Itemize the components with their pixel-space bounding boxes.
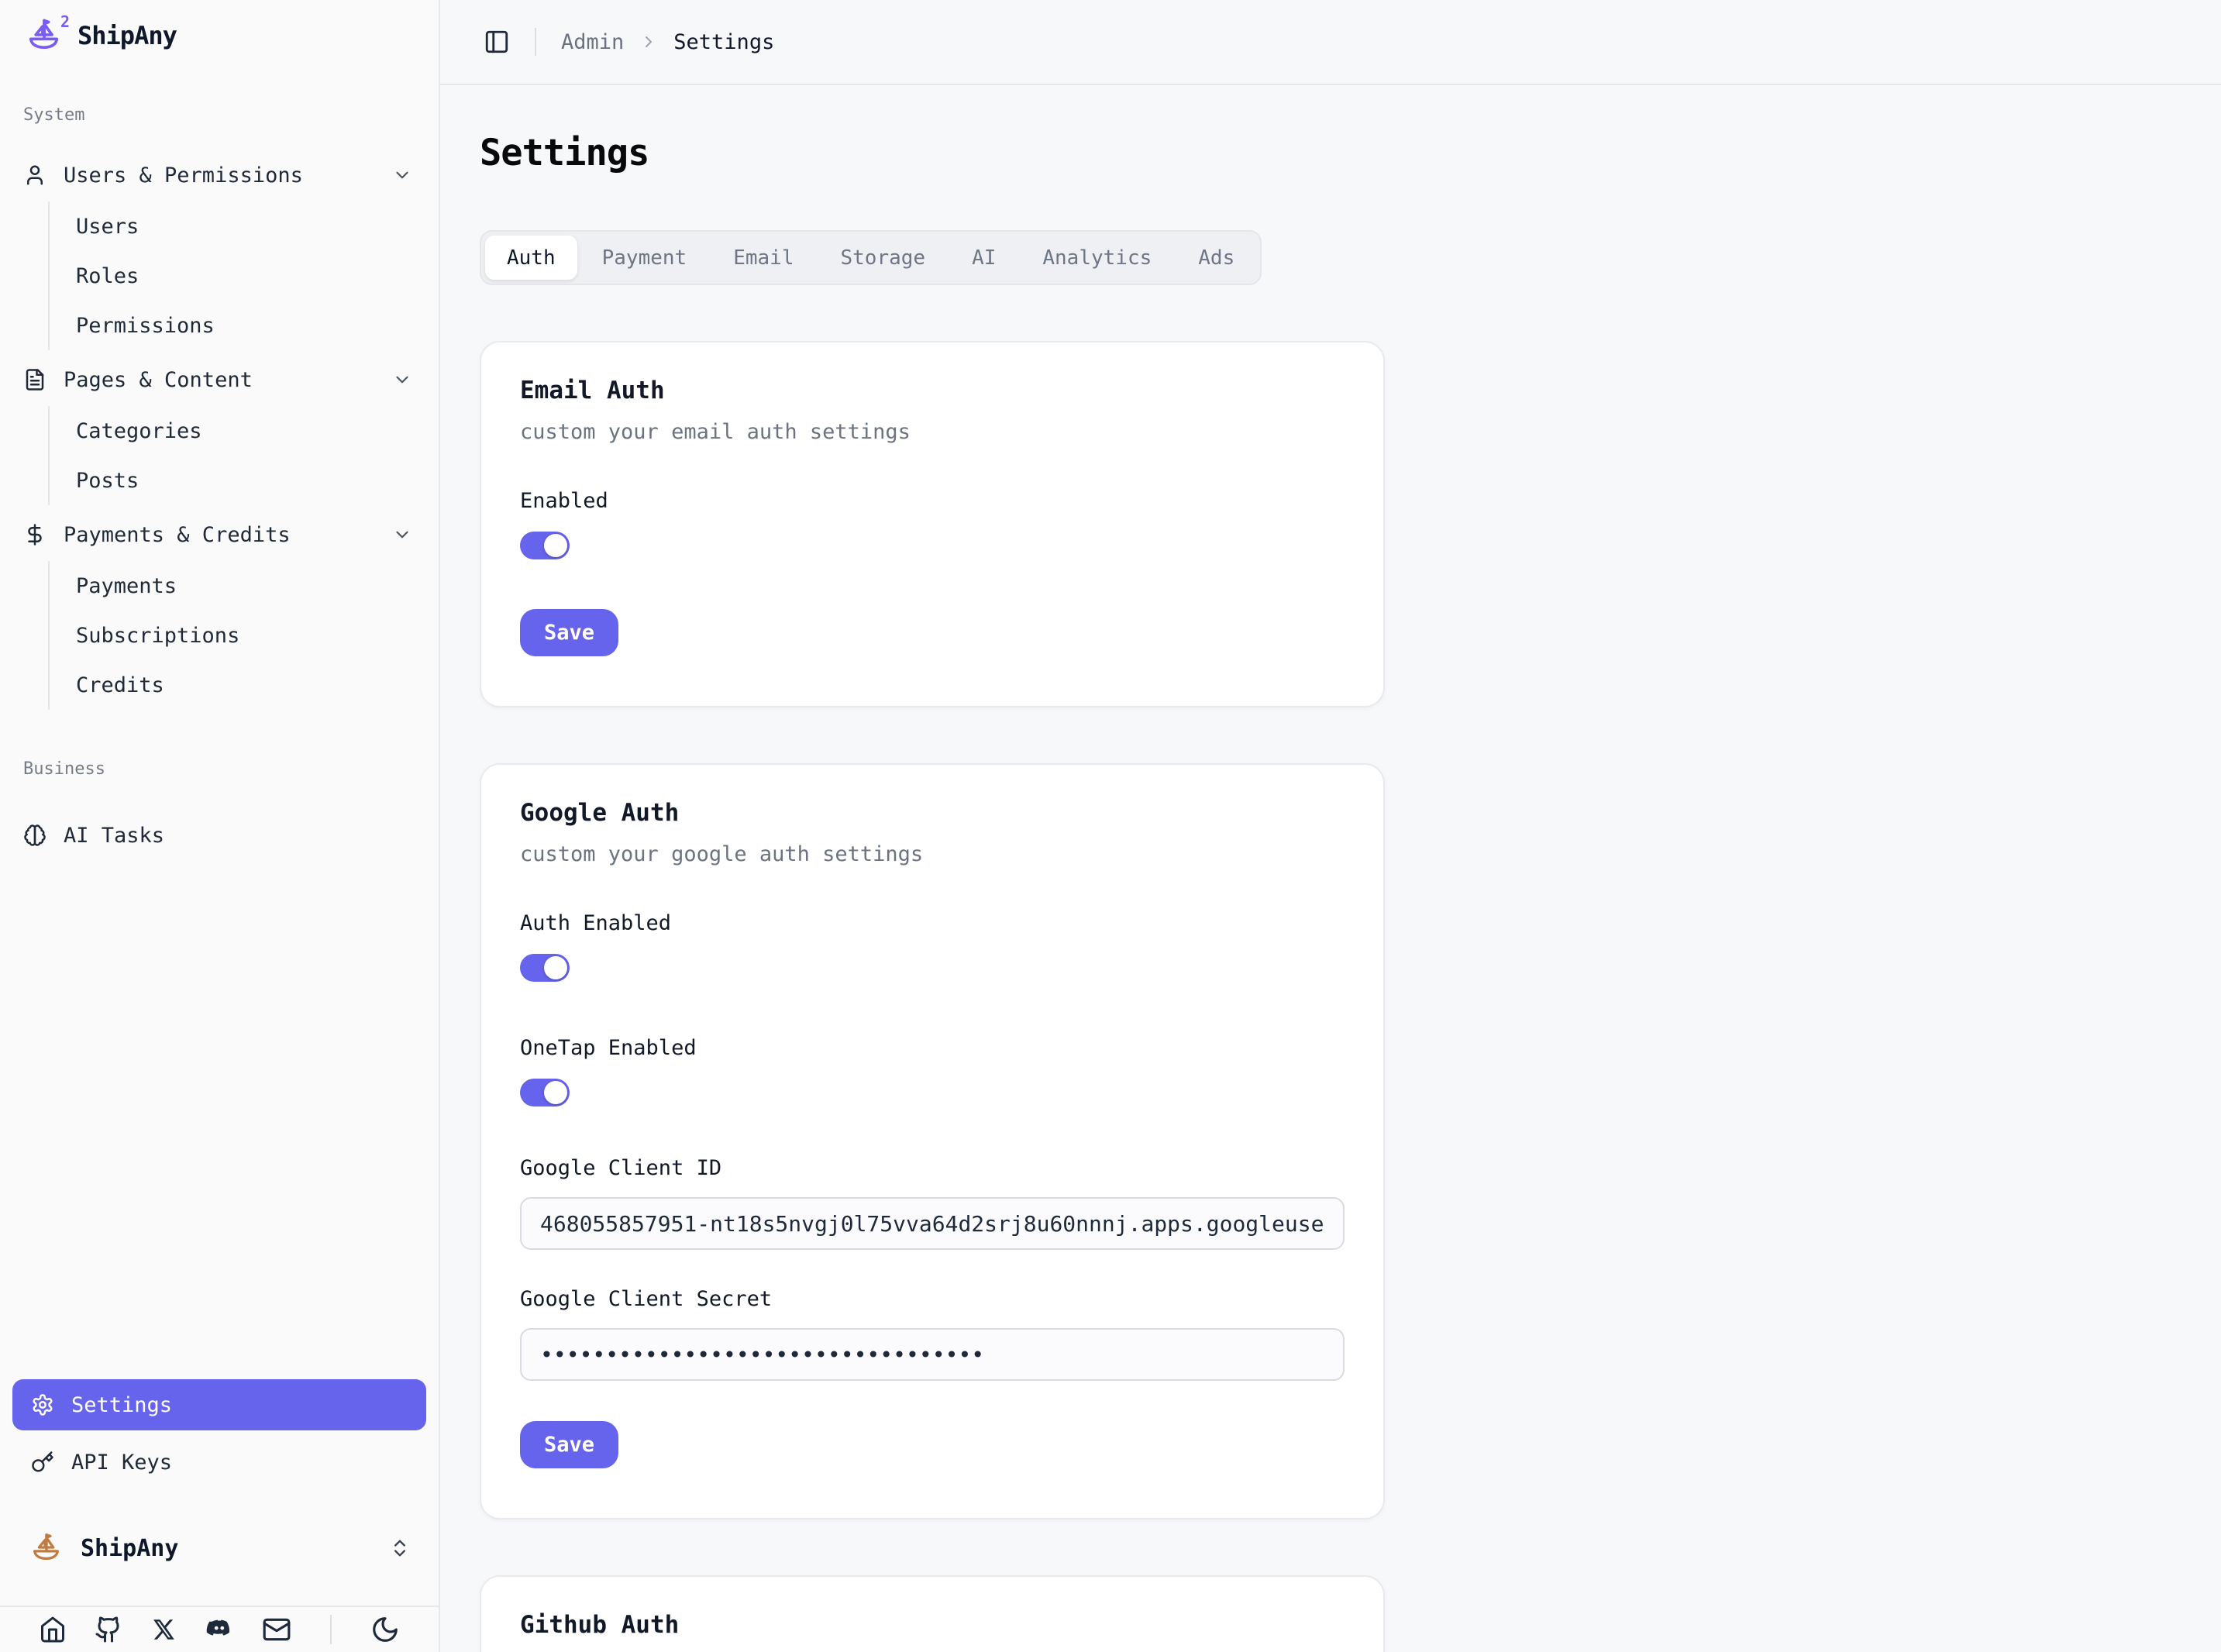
sailboat-logo-icon: 2: [23, 15, 64, 56]
card-title: Google Auth: [520, 799, 1345, 827]
sidebar-item-permissions[interactable]: Permissions: [70, 301, 439, 350]
google-client-secret-label: Google Client Secret: [520, 1287, 1345, 1311]
logo-superscript: 2: [60, 12, 70, 31]
breadcrumb: Admin Settings: [561, 30, 774, 54]
breadcrumb-current: Settings: [673, 30, 774, 54]
email-auth-card: Email Auth custom your email auth settin…: [480, 341, 1385, 707]
chevron-right-icon: [639, 33, 658, 51]
sidebar: 2 ShipAny System Users & Permissions Use…: [0, 0, 440, 1652]
save-button[interactable]: Save: [520, 1421, 618, 1468]
enabled-label: Enabled: [520, 489, 1345, 513]
app-logo[interactable]: 2 ShipAny: [0, 11, 439, 60]
mail-icon[interactable]: [262, 1615, 291, 1644]
gear-icon: [31, 1393, 54, 1416]
sidebar-item-label: API Keys: [71, 1451, 172, 1475]
card-title: Github Auth: [520, 1611, 1345, 1639]
sidebar-item-posts[interactable]: Posts: [70, 456, 439, 505]
chevron-down-icon: [392, 525, 412, 545]
tab-ai[interactable]: AI: [950, 236, 1018, 280]
sidebar-group-payments-credits[interactable]: Payments & Credits: [0, 510, 439, 559]
card-subtitle: custom your google auth settings: [520, 842, 1345, 866]
auth-enabled-label: Auth Enabled: [520, 911, 1345, 935]
theme-toggle-moon-icon[interactable]: [370, 1615, 400, 1644]
sidebar-toggle-icon[interactable]: [484, 29, 510, 55]
tab-auth[interactable]: Auth: [485, 236, 577, 280]
google-client-secret-input[interactable]: [520, 1328, 1345, 1381]
sidebar-group-users-permissions[interactable]: Users & Permissions: [0, 150, 439, 200]
x-twitter-icon[interactable]: [150, 1616, 177, 1643]
file-text-icon: [23, 368, 46, 391]
tab-analytics[interactable]: Analytics: [1021, 236, 1173, 280]
discord-icon[interactable]: [205, 1615, 234, 1644]
sidebar-item-categories[interactable]: Categories: [70, 406, 439, 456]
save-button[interactable]: Save: [520, 609, 618, 656]
user-icon: [23, 163, 46, 187]
github-auth-card: Github Auth custom your github auth sett…: [480, 1575, 1385, 1652]
sidebar-item-settings[interactable]: Settings: [12, 1379, 426, 1430]
social-divider: [330, 1615, 332, 1644]
page-title: Settings: [480, 132, 2221, 174]
google-client-id-label: Google Client ID: [520, 1156, 1345, 1180]
sidebar-group-label: Pages & Content: [64, 368, 253, 392]
chevron-down-icon: [392, 165, 412, 185]
main-area: Admin Settings Settings Auth Payment Ema…: [440, 0, 2221, 1652]
tab-storage[interactable]: Storage: [818, 236, 947, 280]
section-label-business: Business: [0, 759, 439, 783]
github-icon[interactable]: [95, 1616, 122, 1643]
social-links-row: [0, 1607, 439, 1652]
google-auth-enabled-toggle[interactable]: [520, 954, 570, 982]
team-switcher[interactable]: ShipAny: [15, 1522, 423, 1575]
sidebar-sublist-users: Users Roles Permissions: [48, 201, 439, 350]
email-enabled-toggle[interactable]: [520, 532, 570, 559]
sailboat-icon-orange: [28, 1530, 64, 1566]
settings-content: Settings Auth Payment Email Storage AI A…: [440, 85, 2221, 1652]
sidebar-item-credits[interactable]: Credits: [70, 660, 439, 710]
topbar: Admin Settings: [440, 0, 2221, 85]
breadcrumb-admin[interactable]: Admin: [561, 30, 624, 54]
key-icon: [31, 1451, 54, 1474]
sidebar-group-label: Users & Permissions: [64, 163, 303, 188]
sidebar-sublist-payments: Payments Subscriptions Credits: [48, 561, 439, 710]
app-title: ShipAny: [77, 21, 177, 50]
sidebar-group-pages-content[interactable]: Pages & Content: [0, 355, 439, 404]
settings-tabbar: Auth Payment Email Storage AI Analytics …: [480, 230, 1262, 285]
chevron-down-icon: [392, 370, 412, 390]
topbar-divider: [535, 28, 536, 56]
google-auth-card: Google Auth custom your google auth sett…: [480, 763, 1385, 1519]
sidebar-item-label: Settings: [71, 1393, 172, 1417]
sidebar-group-label: AI Tasks: [64, 824, 164, 848]
tab-ads[interactable]: Ads: [1176, 236, 1256, 280]
sidebar-item-subscriptions[interactable]: Subscriptions: [70, 611, 439, 660]
google-onetap-enabled-toggle[interactable]: [520, 1079, 570, 1106]
sidebar-bottom: Settings API Keys ShipAny: [0, 1379, 439, 1652]
sidebar-item-payments[interactable]: Payments: [70, 561, 439, 611]
sidebar-group-label: Payments & Credits: [64, 523, 291, 547]
chevrons-up-down-icon: [389, 1537, 411, 1559]
team-name: ShipAny: [81, 1535, 178, 1562]
card-title: Email Auth: [520, 377, 1345, 404]
sidebar-item-roles[interactable]: Roles: [70, 251, 439, 301]
sidebar-item-api-keys[interactable]: API Keys: [12, 1437, 426, 1488]
card-subtitle: custom your email auth settings: [520, 420, 1345, 444]
brain-icon: [23, 824, 46, 847]
tab-payment[interactable]: Payment: [580, 236, 709, 280]
home-icon[interactable]: [39, 1616, 67, 1643]
sidebar-group-ai-tasks[interactable]: AI Tasks: [0, 811, 439, 860]
sidebar-sublist-pages: Categories Posts: [48, 406, 439, 505]
tab-email[interactable]: Email: [711, 236, 815, 280]
google-client-id-input[interactable]: [520, 1197, 1345, 1250]
section-label-system: System: [0, 105, 439, 129]
sidebar-item-users[interactable]: Users: [70, 201, 439, 251]
sidebar-nav: Users & Permissions Users Roles Permissi…: [0, 129, 439, 860]
dollar-icon: [23, 523, 46, 546]
onetap-enabled-label: OneTap Enabled: [520, 1036, 1345, 1060]
